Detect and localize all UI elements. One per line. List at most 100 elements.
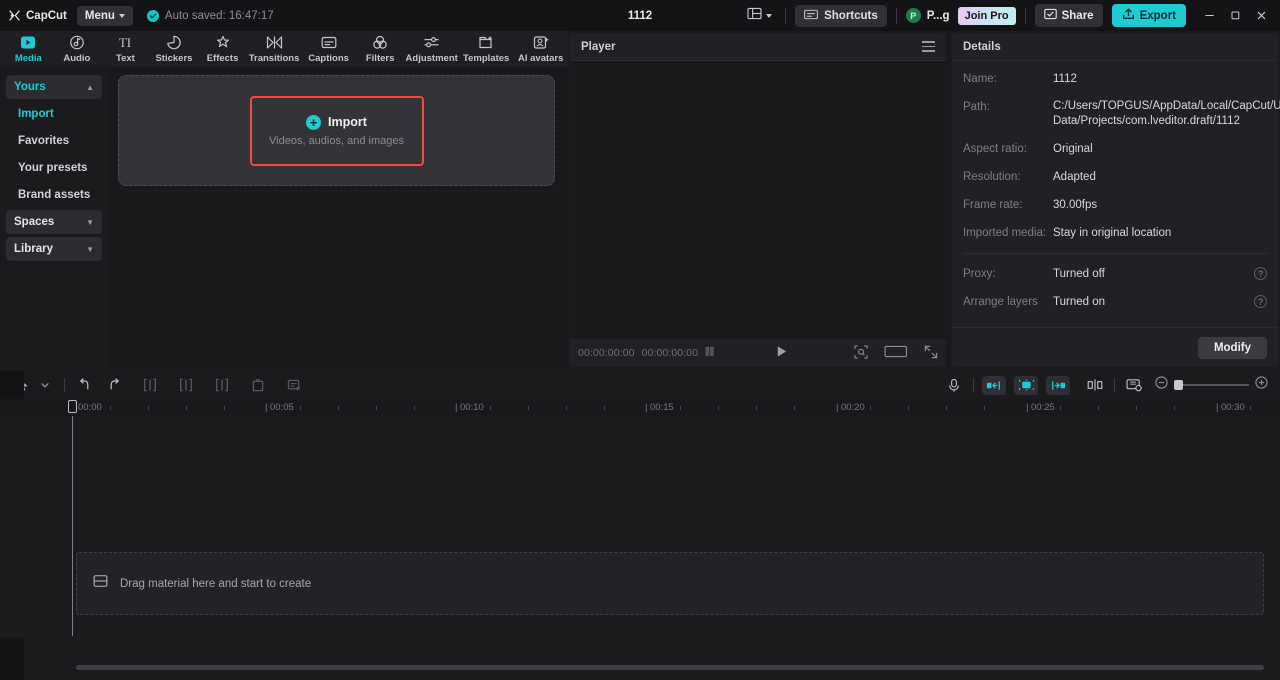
tab-adjustment[interactable]: Adjustment <box>404 31 459 67</box>
export-label: Export <box>1139 9 1176 22</box>
tab-transitions[interactable]: Transitions <box>247 31 302 67</box>
tab-captions[interactable]: Captions <box>301 31 356 67</box>
export-button[interactable]: Export <box>1111 4 1186 27</box>
crop-button[interactable] <box>283 374 305 396</box>
timeline-ruler[interactable]: 00:00 | 00:05 | 00:10 | 00:15 | 00:20 | … <box>0 399 1280 416</box>
modify-button[interactable]: Modify <box>1197 336 1267 359</box>
sidebar-item-your-presets[interactable]: Your presets <box>6 156 102 180</box>
hamburger-icon[interactable] <box>922 41 935 52</box>
fullscreen-icon[interactable] <box>924 345 938 362</box>
ruler-tick <box>1136 406 1137 410</box>
keyframe-next-button[interactable] <box>1046 375 1070 395</box>
divider <box>895 7 897 24</box>
detail-label: Frame rate: <box>963 199 1023 211</box>
import-button[interactable]: + Import Videos, audios, and images <box>249 95 424 166</box>
sidebar-item-brand-assets[interactable]: Brand assets <box>6 183 102 207</box>
shortcuts-button[interactable]: Shortcuts <box>795 4 887 27</box>
playhead-handle[interactable] <box>68 400 77 413</box>
tab-stickers[interactable]: Stickers <box>150 31 199 67</box>
tab-audio[interactable]: Audio <box>53 31 102 67</box>
ruler-tick <box>338 406 339 410</box>
capcut-window: CapCut Menu Auto saved: 16:47:17 1112 Sh… <box>0 0 1280 680</box>
ruler-label: | <box>836 402 839 413</box>
player-header: Player <box>570 33 946 61</box>
player-right-controls <box>854 344 938 362</box>
delete-button[interactable] <box>247 374 269 396</box>
timeline-tracks: Drag material here and start to create <box>0 416 1280 638</box>
select-tool-dropdown[interactable] <box>34 374 56 396</box>
templates-icon <box>478 35 494 51</box>
share-button[interactable]: Share <box>1034 4 1103 27</box>
zoom-slider-knob[interactable] <box>1174 380 1183 390</box>
crop-focus-icon[interactable] <box>854 344 868 362</box>
import-label: Import <box>328 115 367 129</box>
sidebar-item-library[interactable]: Library ▼ <box>6 237 102 261</box>
mirror-button[interactable] <box>1084 374 1106 396</box>
timeline-scrollbar[interactable] <box>0 664 1280 672</box>
keyframe-add-button[interactable] <box>1014 375 1038 395</box>
trim-right-button[interactable] <box>211 374 233 396</box>
redo-button[interactable] <box>103 374 125 396</box>
player-stage[interactable] <box>570 61 946 339</box>
help-icon[interactable]: ? <box>1254 295 1267 308</box>
sidebar-item-spaces[interactable]: Spaces ▼ <box>6 210 102 234</box>
media-dropzone[interactable]: + Import Videos, audios, and images <box>118 75 555 186</box>
sidebar-item-yours[interactable]: Yours ▲ <box>6 75 102 99</box>
help-icon[interactable]: ? <box>1254 267 1267 280</box>
sidebar-item-favorites[interactable]: Favorites <box>6 129 102 153</box>
detail-label: Resolution: <box>963 171 1021 183</box>
aspect-ratio-icon[interactable] <box>884 345 908 361</box>
tab-text[interactable]: TI Text <box>101 31 150 67</box>
tab-effects[interactable]: Effects <box>198 31 247 67</box>
ruler-tick <box>376 406 377 410</box>
ruler-tick <box>1098 406 1099 410</box>
detail-label: Imported media: <box>963 227 1047 239</box>
preview-thumbnail-button[interactable] <box>1123 374 1145 396</box>
timeline-scrollbar-thumb[interactable] <box>76 665 1264 670</box>
ruler-label: 00:25 <box>1031 402 1055 413</box>
minimize-button[interactable] <box>1196 2 1222 29</box>
account-button[interactable]: P P...g <box>905 8 950 23</box>
tool-tab-bar: Media Audio TI Text Stickers Effects Tra… <box>0 31 568 67</box>
detail-label: Proxy: <box>963 268 996 280</box>
chevron-down-icon: ▼ <box>86 217 94 227</box>
play-button[interactable] <box>775 345 788 361</box>
ruler-tick <box>756 406 757 410</box>
export-icon <box>1122 8 1135 23</box>
media-sidebar: Yours ▲ Import Favorites Your presets Br… <box>0 67 108 370</box>
ruler-tick <box>680 406 681 410</box>
tab-label: Media <box>14 52 42 64</box>
undo-button[interactable] <box>73 374 95 396</box>
sidebar-item-import[interactable]: Import <box>6 102 102 126</box>
tab-ai-avatars[interactable]: AI avatars <box>513 31 568 67</box>
timeline-zoom-slider[interactable] <box>1155 376 1268 394</box>
ruler-tick <box>870 406 871 410</box>
tab-label: AI avatars <box>517 52 564 64</box>
zoom-out-button[interactable] <box>1155 376 1168 394</box>
divider <box>1024 7 1026 24</box>
ruler-label: | <box>1216 402 1219 413</box>
timeline-dropzone[interactable]: Drag material here and start to create <box>76 552 1264 615</box>
ruler-tick <box>566 406 567 410</box>
detail-value: Turned on <box>1053 296 1105 308</box>
join-pro-button[interactable]: Join Pro <box>957 6 1016 25</box>
menu-button[interactable]: Menu <box>76 5 133 26</box>
share-label: Share <box>1061 9 1094 22</box>
tab-media[interactable]: Media <box>4 31 53 67</box>
close-button[interactable] <box>1248 2 1274 29</box>
detail-row-name: Name: 1112 <box>963 71 1267 87</box>
zoom-slider-track[interactable] <box>1174 380 1249 390</box>
record-voiceover-button[interactable] <box>943 374 965 396</box>
zoom-in-button[interactable] <box>1255 376 1268 394</box>
share-icon <box>1043 8 1057 23</box>
maximize-button[interactable] <box>1222 2 1248 29</box>
trim-left-button[interactable] <box>175 374 197 396</box>
details-footer: Modify <box>952 327 1278 367</box>
tab-templates[interactable]: Templates <box>459 31 514 67</box>
ruler-tick <box>1174 406 1175 410</box>
keyframe-prev-button[interactable] <box>982 375 1006 395</box>
quality-icon[interactable] <box>705 346 718 360</box>
tab-filters[interactable]: Filters <box>356 31 405 67</box>
split-button[interactable] <box>139 374 161 396</box>
layout-button[interactable] <box>743 4 776 28</box>
